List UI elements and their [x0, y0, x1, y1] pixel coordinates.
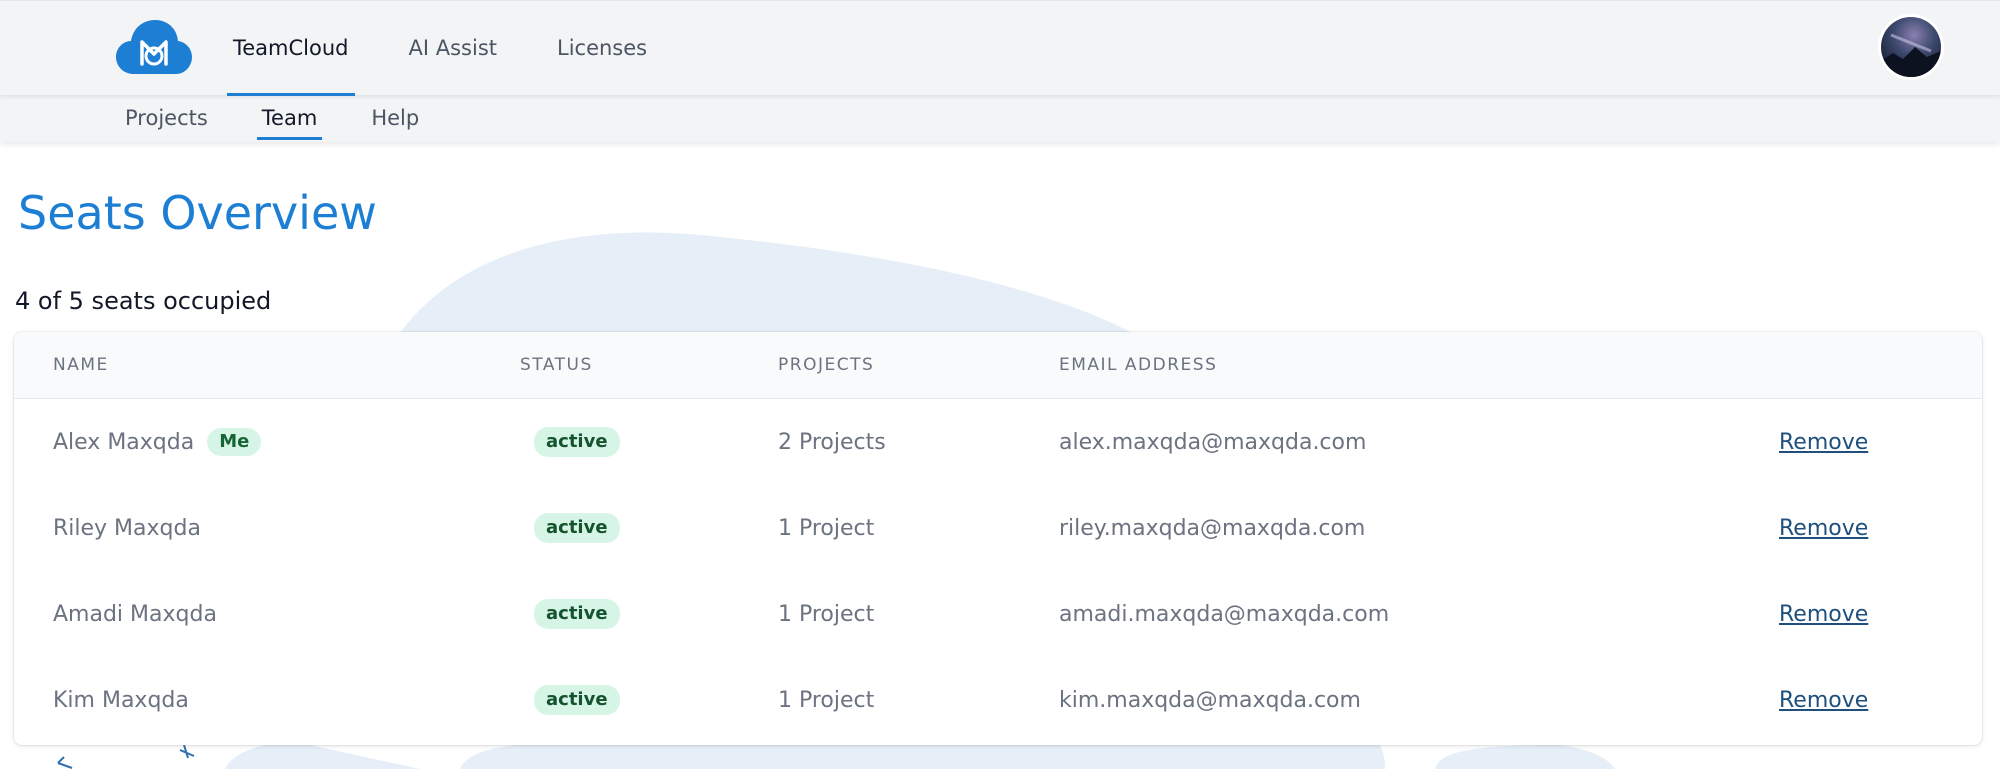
table-row: Kim Maxqda active 1 Project kim.maxqda@m… — [14, 657, 1982, 743]
status-cell: active — [534, 485, 620, 571]
sub-navigation-bar: Projects Team Help — [0, 95, 2000, 142]
member-name: Riley Maxqda — [53, 515, 201, 541]
status-cell: active — [534, 657, 620, 743]
column-header-status: STATUS — [520, 355, 593, 375]
member-name-cell: Alex Maxqda Me — [53, 399, 262, 485]
email-address: kim.maxqda@maxqda.com — [1059, 687, 1361, 713]
email-address: amadi.maxqda@maxqda.com — [1059, 601, 1390, 627]
project-count: 1 Project — [778, 601, 875, 627]
column-header-projects: PROJECTS — [778, 355, 875, 375]
main-nav: TeamCloud AI Assist Licenses — [227, 1, 701, 96]
project-count: 1 Project — [778, 687, 875, 713]
action-cell: Remove — [1779, 657, 1868, 743]
nav-item-teamcloud[interactable]: TeamCloud — [227, 1, 355, 96]
table-row: Riley Maxqda active 1 Project riley.maxq… — [14, 485, 1982, 571]
nav-item-ai-assist[interactable]: AI Assist — [403, 1, 504, 96]
table-row: Alex Maxqda Me active 2 Projects alex.ma… — [14, 399, 1982, 485]
remove-button[interactable]: Remove — [1779, 516, 1868, 541]
remove-button[interactable]: Remove — [1779, 688, 1868, 713]
action-cell: Remove — [1779, 571, 1868, 657]
action-cell: Remove — [1779, 399, 1868, 485]
remove-button[interactable]: Remove — [1779, 430, 1868, 455]
email-address: riley.maxqda@maxqda.com — [1059, 515, 1366, 541]
remove-button[interactable]: Remove — [1779, 602, 1868, 627]
member-name-cell: Amadi Maxqda — [53, 571, 217, 657]
project-count: 1 Project — [778, 515, 875, 541]
avatar-image — [1881, 17, 1941, 77]
status-badge: active — [534, 599, 620, 629]
status-badge: active — [534, 427, 620, 457]
status-cell: active — [534, 399, 620, 485]
project-count: 2 Projects — [778, 429, 886, 455]
member-name-cell: Kim Maxqda — [53, 657, 189, 743]
cloud-logo-icon[interactable] — [116, 18, 192, 76]
member-name: Kim Maxqda — [53, 687, 189, 713]
me-badge: Me — [207, 428, 262, 456]
tab-team[interactable]: Team — [255, 95, 325, 142]
status-badge: active — [534, 685, 620, 715]
seats-table: NAME STATUS PROJECTS EMAIL ADDRESS Alex … — [14, 332, 1982, 745]
top-navigation-bar: TeamCloud AI Assist Licenses — [0, 0, 2000, 96]
sub-nav: Projects Team Help — [118, 95, 466, 142]
status-cell: active — [534, 571, 620, 657]
email-address: alex.maxqda@maxqda.com — [1059, 429, 1367, 455]
user-avatar[interactable] — [1881, 17, 1941, 77]
action-cell: Remove — [1779, 485, 1868, 571]
nav-item-licenses[interactable]: Licenses — [551, 1, 653, 96]
tab-projects[interactable]: Projects — [118, 95, 215, 142]
column-header-email: EMAIL ADDRESS — [1059, 355, 1218, 375]
tab-help[interactable]: Help — [364, 95, 426, 142]
status-badge: active — [534, 513, 620, 543]
seat-summary: 4 of 5 seats occupied — [15, 287, 272, 315]
member-name-cell: Riley Maxqda — [53, 485, 201, 571]
page-title: Seats Overview — [18, 186, 377, 240]
column-header-name: NAME — [53, 355, 109, 375]
member-name: Amadi Maxqda — [53, 601, 217, 627]
table-header: NAME STATUS PROJECTS EMAIL ADDRESS — [14, 332, 1982, 399]
table-row: Amadi Maxqda active 1 Project amadi.maxq… — [14, 571, 1982, 657]
member-name: Alex Maxqda — [53, 429, 195, 455]
